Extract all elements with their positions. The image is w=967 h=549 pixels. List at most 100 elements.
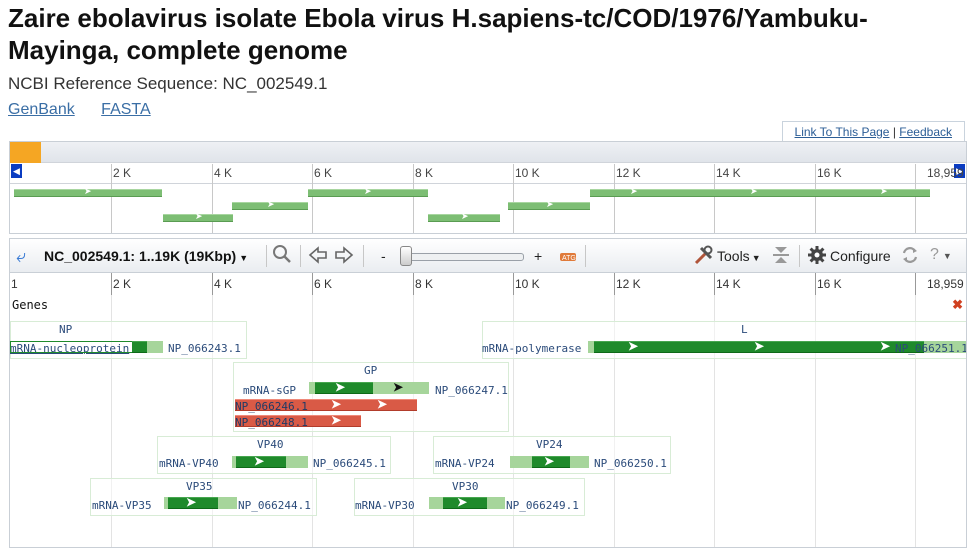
reference-sequence-label: NCBI Reference Sequence: NC_002549.1 [8, 74, 328, 93]
viewer-toolbar: ⤶ NC_002549.1: 1..19K (19Kbp) ▼ - + ATG T… [9, 238, 967, 273]
overview-panel[interactable]: ◀ ▶ 2 K 4 K 6 K 8 K 10 K 12 K 14 K 16 K … [9, 141, 967, 234]
gene-label-l: L [741, 323, 748, 336]
protein-label-l: NP_066251.1 [895, 342, 967, 355]
chevron-down-icon: ▼ [751, 253, 761, 263]
overview-tick [111, 164, 112, 233]
overview-tick [815, 164, 816, 233]
mrna-label-l: mRNA-polymerase [482, 342, 582, 355]
overview-feature[interactable]: ➤ [232, 199, 308, 210]
protein-label-np066246: NP_066246.1 [235, 400, 308, 413]
gene-feature-vp24[interactable]: ➤ [510, 454, 589, 468]
gene-feature-vp35[interactable]: ➤ [164, 495, 237, 509]
mrna-label-vp30: mRNA-VP30 [355, 499, 415, 512]
overview-tick-label: 4 K [214, 166, 233, 180]
ruler-tick-label: 10 K [515, 277, 540, 291]
fasta-link[interactable]: FASTA [101, 101, 151, 118]
ruler-tick [212, 273, 213, 295]
overview-tick-label: 2 K [113, 166, 132, 180]
ruler-tick [413, 273, 414, 295]
ruler-tick-label: 12 K [616, 277, 641, 291]
gene-feature-gp[interactable]: ➤ ➤ [309, 380, 429, 394]
chevron-down-icon: ▼ [942, 251, 952, 261]
ruler-tick-label: 4 K [214, 277, 233, 291]
toolbar-divider [363, 245, 364, 267]
overview-tick [212, 164, 213, 233]
overview-feature[interactable]: ➤ [308, 186, 428, 197]
overview-tick [513, 164, 514, 233]
overview-tick [714, 164, 715, 233]
protein-label-vp35: NP_066244.1 [238, 499, 311, 512]
ruler-tick-label: 8 K [415, 277, 434, 291]
mrna-label-vp24: mRNA-VP24 [435, 457, 495, 470]
overview-feature[interactable]: ➤ [508, 199, 590, 210]
protein-label-vp30: NP_066249.1 [506, 499, 579, 512]
mrna-label-vp40: mRNA-VP40 [159, 457, 219, 470]
overview-tick [915, 164, 916, 233]
mrna-label-vp35: mRNA-VP35 [92, 499, 152, 512]
zoom-out-button[interactable]: - [381, 248, 386, 264]
protein-label-np: NP_066243.1 [168, 342, 241, 355]
gene-label-gp: GP [364, 364, 378, 377]
tools-menu[interactable]: Tools ▼ [717, 248, 761, 264]
toolbar-divider [585, 245, 586, 267]
overview-feature[interactable]: ➤ [428, 211, 500, 222]
ruler-tick-label: 2 K [113, 277, 132, 291]
overview-tick-label: 12 K [616, 166, 641, 180]
gene-feature-vp40[interactable]: ➤ [232, 454, 308, 468]
overview-tick [413, 164, 414, 233]
gene-label-vp35: VP35 [186, 480, 213, 493]
genbank-link[interactable]: GenBank [8, 101, 75, 118]
protein-label-vp24: NP_066250.1 [594, 457, 667, 470]
ruler-tick [915, 273, 916, 295]
gene-feature-np[interactable] [10, 341, 163, 353]
zoom-in-button[interactable]: + [534, 248, 542, 264]
ruler-tick [815, 273, 816, 295]
ruler-tick-label: 6 K [314, 277, 333, 291]
configure-button[interactable]: Configure [830, 248, 891, 264]
zoom-slider[interactable] [406, 253, 524, 261]
overview-tick-label: 14 K [716, 166, 741, 180]
overview-tick-label: 8 K [415, 166, 434, 180]
overview-tick-label: 6 K [314, 166, 333, 180]
gene-label-vp24: VP24 [536, 438, 563, 451]
overview-feature[interactable]: ➤ [14, 186, 162, 197]
svg-text:ATG: ATG [562, 255, 576, 262]
gene-label-np: NP [59, 323, 73, 336]
ruler-tick-label: 16 K [817, 277, 842, 291]
zoom-slider-thumb[interactable] [400, 246, 412, 266]
toolbar-divider [266, 245, 267, 267]
overview-tick-label: 18,959 [927, 166, 964, 180]
page-title: Zaire ebolavirus isolate Ebola virus H.s… [8, 3, 868, 65]
close-icon[interactable]: ✖ [952, 297, 963, 313]
ruler-tick [312, 273, 313, 295]
gene-label-vp30: VP30 [452, 480, 479, 493]
help-icon[interactable]: ? ▼ [930, 246, 952, 264]
ruler-tick [714, 273, 715, 295]
protein-label-np066248: NP_066248.1 [235, 416, 308, 429]
back-arrow-icon[interactable]: ⤶ [16, 247, 36, 265]
link-to-this-page[interactable]: Link To This Page [795, 125, 890, 139]
mrna-label-gp: mRNA-sGP [243, 384, 296, 397]
detail-ruler: 1 2 K 4 K 6 K 8 K 10 K 12 K 14 K 16 K 18… [9, 272, 967, 296]
overview-band [10, 142, 966, 163]
links-separator: | [892, 125, 896, 139]
pan-left-icon[interactable]: ◀ [11, 164, 22, 178]
ruler-tick [614, 273, 615, 295]
ruler-tick [513, 273, 514, 295]
protein-label-vp40: NP_066245.1 [313, 457, 386, 470]
overview-feature[interactable]: ➤ ➤ ➤ [590, 186, 930, 197]
page-links: Link To This Page | Feedback [781, 121, 965, 142]
ruler-tick-label: 14 K [716, 277, 741, 291]
ruler-tick [111, 273, 112, 295]
ruler-start-label: 1 [11, 277, 18, 291]
gene-track-panel: Genes ✖ NP mRNA-nucleoprotein NP_066243.… [9, 295, 967, 548]
sequence-range-dropdown[interactable]: NC_002549.1: 1..19K (19Kbp) ▼ [44, 248, 248, 264]
gene-feature-vp30[interactable]: ➤ [429, 495, 505, 509]
overview-tick [312, 164, 313, 233]
toolbar-divider [300, 245, 301, 267]
overview-tick [614, 164, 615, 233]
overview-selection-marker[interactable] [10, 142, 41, 163]
feedback-link[interactable]: Feedback [899, 125, 952, 139]
ruler-tick-label: 18,959 [927, 277, 964, 291]
overview-feature[interactable]: ➤ [163, 211, 233, 222]
